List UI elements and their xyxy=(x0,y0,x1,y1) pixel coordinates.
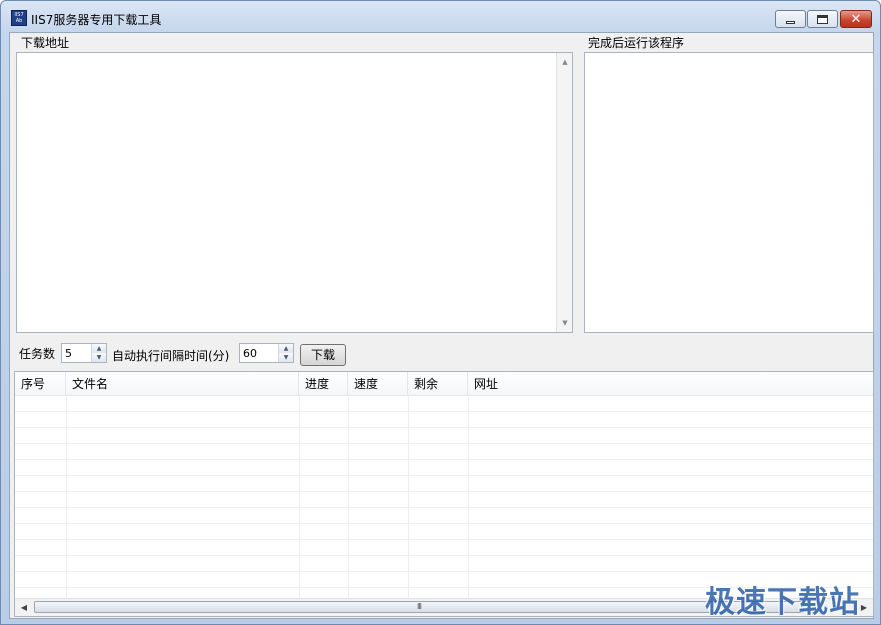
column-header-url[interactable]: 网址 xyxy=(468,372,873,396)
window-title: IIS7服务器专用下载工具 xyxy=(31,13,162,27)
interval-spin-buttons: ▲ ▼ xyxy=(278,344,293,362)
scroll-left-icon[interactable]: ◀ xyxy=(16,599,32,616)
table-row[interactable] xyxy=(15,396,873,412)
column-header-index[interactable]: 序号 xyxy=(15,372,66,396)
column-divider xyxy=(299,396,300,598)
table-row[interactable] xyxy=(15,508,873,524)
close-icon: ✕ xyxy=(850,11,862,27)
task-count-input[interactable] xyxy=(62,344,92,362)
interval-stepper[interactable]: ▲ ▼ xyxy=(239,343,294,363)
client-area: ▲ ▼ 下载地址 完成后运行该程序 任务数 ▲ ▼ 自动执行间隔时间(分) ▲ … xyxy=(9,32,874,619)
table-row[interactable] xyxy=(15,524,873,540)
task-count-spin-buttons: ▲ ▼ xyxy=(91,344,106,362)
table-row[interactable] xyxy=(15,460,873,476)
spin-down-icon[interactable]: ▼ xyxy=(92,353,106,362)
task-count-stepper[interactable]: ▲ ▼ xyxy=(61,343,107,363)
column-header-progress[interactable]: 进度 xyxy=(299,372,348,396)
table-row[interactable] xyxy=(15,492,873,508)
maximize-button[interactable] xyxy=(807,10,838,28)
interval-label: 自动执行间隔时间(分) xyxy=(112,349,230,363)
download-url-scrollbar[interactable]: ▲ ▼ xyxy=(556,53,572,332)
close-button[interactable]: ✕ xyxy=(840,10,872,28)
table-body xyxy=(15,396,873,604)
run-program-label: 完成后运行该程序 xyxy=(586,34,687,51)
interval-input[interactable] xyxy=(240,344,279,362)
column-divider xyxy=(348,396,349,598)
minimize-button[interactable] xyxy=(775,10,806,28)
column-header-speed[interactable]: 速度 xyxy=(348,372,408,396)
app-icon: IIS7 Ab xyxy=(11,10,27,26)
watermark-logo: 极速下载站 xyxy=(705,585,860,620)
spin-down-icon[interactable]: ▼ xyxy=(279,353,293,362)
column-divider xyxy=(408,396,409,598)
table-header: 序号 文件名 进度 速度 剩余 网址 xyxy=(15,372,873,396)
spin-up-icon[interactable]: ▲ xyxy=(92,344,106,353)
table-row[interactable] xyxy=(15,412,873,428)
download-url-label: 下载地址 xyxy=(19,34,72,51)
download-url-textarea[interactable]: ▲ ▼ xyxy=(16,52,573,333)
column-divider xyxy=(468,396,469,598)
table-row[interactable] xyxy=(15,540,873,556)
minimize-icon xyxy=(776,11,805,27)
task-count-label: 任务数 xyxy=(19,347,56,361)
spin-up-icon[interactable]: ▲ xyxy=(279,344,293,353)
title-bar[interactable]: IIS7 Ab IIS7服务器专用下载工具 ✕ xyxy=(1,1,880,31)
maximize-icon xyxy=(808,11,837,27)
table-row[interactable] xyxy=(15,428,873,444)
column-header-filename[interactable]: 文件名 xyxy=(66,372,299,396)
app-window: IIS7 Ab IIS7服务器专用下载工具 ✕ ▲ ▼ 下载地址 完成后运行该程… xyxy=(0,0,881,625)
column-divider xyxy=(66,396,67,598)
table-row[interactable] xyxy=(15,444,873,460)
run-program-textarea[interactable] xyxy=(584,52,874,333)
scrollbar-thumb[interactable]: III xyxy=(34,601,804,613)
table-row[interactable] xyxy=(15,476,873,492)
scroll-up-icon[interactable]: ▲ xyxy=(557,55,573,69)
download-button[interactable]: 下载 xyxy=(300,344,346,366)
scroll-down-icon[interactable]: ▼ xyxy=(557,316,573,330)
table-row[interactable] xyxy=(15,556,873,572)
column-header-remaining[interactable]: 剩余 xyxy=(408,372,468,396)
